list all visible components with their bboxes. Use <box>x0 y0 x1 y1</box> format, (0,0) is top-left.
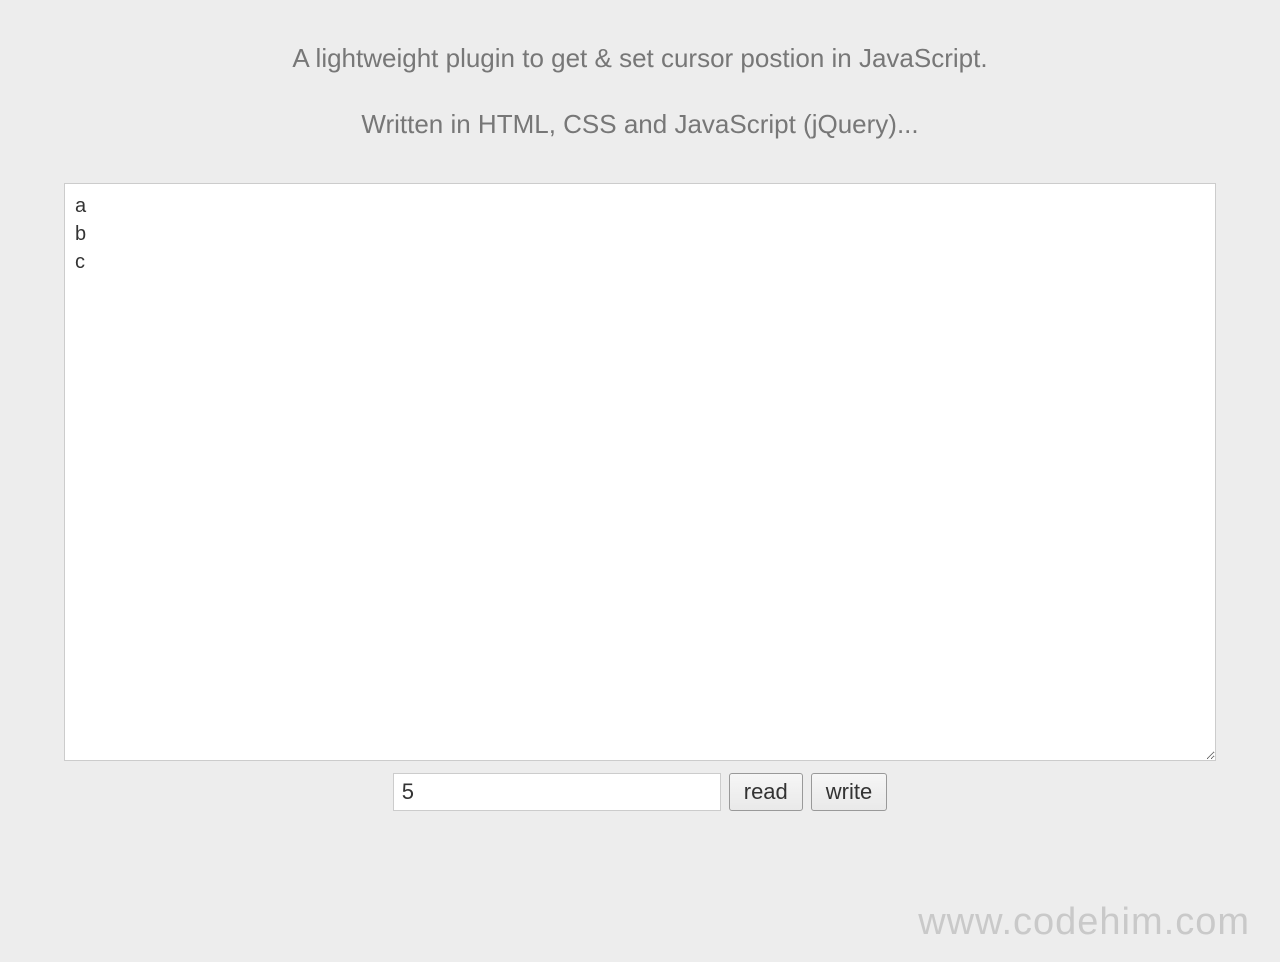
page-subtitle: Written in HTML, CSS and JavaScript (jQu… <box>64 106 1216 142</box>
watermark-text: www.codehim.com <box>918 901 1250 944</box>
main-textarea[interactable] <box>64 183 1216 761</box>
position-input[interactable] <box>393 773 721 811</box>
controls-row: read write <box>64 773 1216 811</box>
read-button[interactable]: read <box>729 773 803 811</box>
write-button[interactable]: write <box>811 773 887 811</box>
page-title: A lightweight plugin to get & set cursor… <box>64 40 1216 76</box>
